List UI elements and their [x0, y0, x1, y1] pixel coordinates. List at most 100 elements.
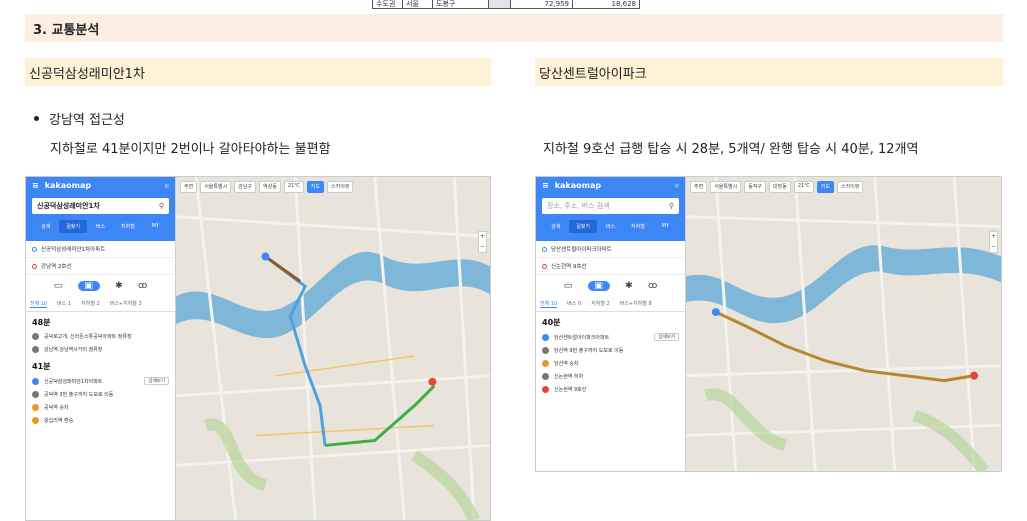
route-step: 공덕로고개, 신라돈스튜공덕아파트 정류장	[26, 330, 175, 343]
tab-directions[interactable]: 길찾기	[59, 220, 87, 233]
tab-all[interactable]: 전체 10	[540, 300, 558, 308]
tab-my[interactable]: MY	[142, 220, 169, 233]
bus-stop-icon	[32, 333, 39, 340]
zoom-controls[interactable]: + −	[989, 231, 998, 253]
route-step: 강남역.강남역사거리 정류장	[26, 343, 175, 356]
route-panel: ≡ kakaomap ◎ 장소, 주소, 버스 검색 ⚲ 검색 길찾기 버스 지…	[536, 177, 686, 471]
walk-step-icon	[32, 391, 39, 398]
bullet-text: 강남역 접근성	[49, 113, 125, 128]
route-filter-tabs: 전체 10 버스 0 지하철 2 버스+지하철 8	[536, 297, 685, 312]
start-icon	[32, 377, 39, 385]
search-input[interactable]: 장소, 주소, 버스 검색 ⚲	[542, 198, 679, 214]
route-time[interactable]: 41분	[26, 356, 175, 374]
route-step: 공덕역 승차	[26, 401, 175, 414]
tab-bus-subway[interactable]: 버스+지하철 8	[620, 300, 652, 308]
toolbar-city[interactable]: 서울특별시	[710, 181, 742, 193]
route-step: 공덕역 3번 출구까지 도보로 이동	[26, 388, 175, 401]
tab-search[interactable]: 검색	[542, 220, 569, 233]
origin-field[interactable]: 당산센트럴아이파크아파트	[536, 241, 685, 258]
route-panel: ≡ kakaomap ◎ 신공덕삼성래미안1차 ⚲ 검색 길찾기 버스 지하철 …	[26, 177, 176, 520]
tab-bus[interactable]: 버스	[87, 220, 114, 233]
cropped-data-table: 수도권 서울 도봉구 72,959 18,628	[372, 0, 640, 9]
car-icon[interactable]: ▭	[54, 281, 63, 291]
section-heading: 3. 교통분석	[25, 14, 1003, 42]
tab-bus-only[interactable]: 버스 1	[57, 300, 71, 308]
route-step: 왕십리역 환승	[26, 414, 175, 427]
tab-bus-only[interactable]: 버스 0	[567, 300, 581, 308]
location-icon[interactable]: ◎	[675, 183, 679, 189]
toolbar-map[interactable]: 지도	[816, 181, 835, 193]
map-canvas[interactable]: 주변 서울특별시 동작구 대방동 21℃ 지도 스카이뷰 + −	[686, 177, 1001, 471]
detail-button[interactable]: 상세보기	[144, 377, 169, 385]
route-step: 당산센트럴아이파크아파트 상세보기	[536, 330, 685, 344]
toolbar-skyview[interactable]: 스카이뷰	[327, 181, 354, 193]
bus-stop-icon	[32, 346, 39, 353]
tab-search[interactable]: 검색	[32, 220, 59, 233]
menu-icon[interactable]: ≡	[32, 181, 39, 190]
transit-icon[interactable]: ▣	[77, 281, 100, 291]
toolbar-nearby[interactable]: 주변	[690, 181, 708, 193]
destination-field[interactable]: 강남역 2호선	[26, 258, 175, 275]
map-drawing	[686, 177, 1001, 471]
destination-step-icon	[542, 386, 549, 393]
table-cell: 도봉구	[433, 0, 489, 8]
destination-field[interactable]: 신논현역 9호선	[536, 258, 685, 275]
map-drawing	[176, 177, 490, 520]
tab-bus-subway[interactable]: 버스+지하철 3	[110, 300, 142, 308]
transport-modes: ▭ ▣ ✱ ꝏ	[26, 275, 175, 297]
right-map-screenshot: ≡ kakaomap ◎ 장소, 주소, 버스 검색 ⚲ 검색 길찾기 버스 지…	[535, 176, 1002, 472]
toolbar-district[interactable]: 강남구	[234, 181, 257, 193]
panel-header: ≡ kakaomap ◎ 장소, 주소, 버스 검색 ⚲ 검색 길찾기 버스 지…	[536, 177, 685, 241]
route-step: 당산역 9번 출구까지 도보로 이동	[536, 344, 685, 357]
panel-header: ≡ kakaomap ◎ 신공덕삼성래미안1차 ⚲ 검색 길찾기 버스 지하철 …	[26, 177, 175, 241]
tab-subway[interactable]: 지하철	[624, 220, 651, 233]
search-icon[interactable]: ⚲	[159, 202, 164, 210]
transit-icon[interactable]: ▣	[587, 281, 610, 291]
table-cell	[489, 0, 511, 8]
toolbar-nearby[interactable]: 주변	[180, 181, 198, 193]
toolbar-district[interactable]: 동작구	[744, 181, 767, 193]
tab-all[interactable]: 전체 10	[30, 300, 48, 308]
route-step: 신공덕삼성래미안1차아파트 상세보기	[26, 374, 175, 388]
right-subtitle: 당산센트럴아이파크	[535, 58, 1003, 86]
toolbar-map[interactable]: 지도	[306, 181, 325, 193]
route-step: 당산역 승차	[536, 357, 685, 370]
toolbar-weather: 21℃	[283, 181, 304, 193]
walk-step-icon	[542, 347, 549, 354]
walk-icon[interactable]: ✱	[115, 281, 123, 291]
left-description: 지하철로 41분이지만 2번이나 갈아타야하는 불편함	[50, 142, 331, 157]
toolbar-dong[interactable]: 대방동	[769, 181, 791, 193]
tab-subway-only[interactable]: 지하철 2	[591, 300, 610, 308]
table-cell: 수도권	[373, 0, 403, 8]
tab-subway[interactable]: 지하철	[114, 220, 141, 233]
car-icon[interactable]: ▭	[564, 281, 573, 291]
tab-bus[interactable]: 버스	[597, 220, 624, 233]
toolbar-weather: 21℃	[793, 181, 814, 193]
tab-my[interactable]: MY	[652, 220, 679, 233]
tab-subway-only[interactable]: 지하철 2	[81, 300, 100, 308]
tab-directions[interactable]: 길찾기	[569, 220, 597, 233]
destination-pin-icon	[542, 263, 547, 269]
toolbar-dong[interactable]: 역삼동	[259, 181, 281, 193]
route-time[interactable]: 40분	[536, 312, 685, 330]
zoom-controls[interactable]: + −	[478, 231, 487, 253]
walk-icon[interactable]: ✱	[625, 281, 633, 291]
map-canvas[interactable]: 주변 서울특별시 강남구 역삼동 21℃ 지도 스카이뷰 + −	[176, 177, 490, 520]
detail-button[interactable]: 상세보기	[654, 333, 679, 341]
map-toolbar: 주변 서울특별시 강남구 역삼동 21℃ 지도 스카이뷰	[180, 181, 486, 193]
route-time[interactable]: 48분	[26, 312, 175, 330]
toolbar-skyview[interactable]: 스카이뷰	[837, 181, 864, 193]
bike-icon[interactable]: ꝏ	[138, 281, 147, 291]
route-step: 신논현역 하차	[536, 370, 685, 383]
nav-tabs: 검색 길찾기 버스 지하철 MY	[32, 220, 169, 233]
table-cell: 서울	[403, 0, 433, 8]
toolbar-city[interactable]: 서울특별시	[200, 181, 232, 193]
search-icon[interactable]: ⚲	[669, 202, 674, 210]
search-input[interactable]: 신공덕삼성래미안1차 ⚲	[32, 198, 169, 214]
bike-icon[interactable]: ꝏ	[648, 281, 657, 291]
menu-icon[interactable]: ≡	[542, 181, 549, 190]
origin-field[interactable]: 신공덕삼성래미안1차아파트	[26, 241, 175, 258]
transport-modes: ▭ ▣ ✱ ꝏ	[536, 275, 685, 297]
location-icon[interactable]: ◎	[165, 183, 169, 189]
brand-logo: kakaomap	[44, 181, 92, 190]
